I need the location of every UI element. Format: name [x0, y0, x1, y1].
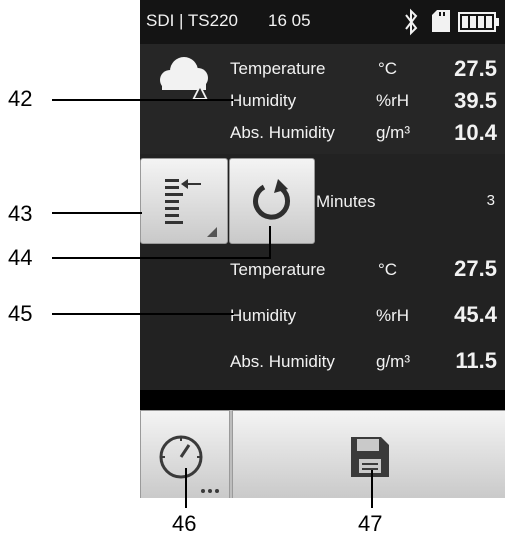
list-arrow-icon — [165, 179, 217, 237]
reading-unit: °C — [378, 260, 398, 279]
callout-line — [52, 257, 271, 259]
callout-45: 45 — [8, 301, 33, 326]
callout-46: 46 — [172, 511, 197, 536]
refresh-button[interactable] — [229, 158, 315, 244]
refresh-icon — [253, 179, 291, 220]
status-bar: SDI | TS220 16 05 — [140, 0, 505, 44]
callout-line — [52, 212, 142, 214]
reading-unit: g/m³ — [376, 352, 410, 371]
reading-unit: °C — [378, 59, 398, 78]
bluetooth-icon — [405, 8, 418, 36]
minutes-label: Minutes — [316, 192, 376, 211]
minutes-value: 3 — [486, 192, 495, 209]
callout-42: 42 — [8, 86, 33, 111]
reading-value: 27.5 — [454, 256, 497, 281]
reading-value: 27.5 — [454, 56, 497, 81]
reading-value: 45.4 — [454, 302, 497, 327]
separator — [140, 390, 505, 410]
callout-line — [371, 470, 373, 508]
reading-unit: %rH — [376, 306, 410, 325]
device-screen: SDI | TS220 16 05 Temperature °C 27.5 Hu… — [140, 0, 505, 498]
callout-line — [52, 99, 234, 101]
reading-value: 10.4 — [454, 120, 497, 145]
callout-47: 47 — [358, 511, 383, 536]
reading-unit: g/m³ — [376, 123, 410, 142]
reading-value: 39.5 — [454, 88, 497, 113]
reading-label: Temperature — [230, 260, 326, 279]
battery-icon — [458, 12, 499, 32]
callout-line — [269, 226, 271, 259]
clock-time: 16 05 — [268, 11, 311, 30]
reading-label: Temperature — [230, 59, 326, 78]
interval-readings-panel: Minutes 3 Temperature °C 27.5 Humidity %… — [140, 154, 505, 390]
reading-label: Abs. Humidity — [230, 352, 335, 371]
floppy-disk-icon — [351, 437, 389, 477]
device-name: SDI | TS220 — [146, 11, 238, 30]
reading-value: 11.5 — [455, 348, 497, 373]
list-button[interactable] — [140, 158, 228, 244]
cloud-rain-icon — [160, 57, 208, 100]
reading-unit: %rH — [376, 91, 410, 110]
bottom-toolbar — [140, 410, 505, 498]
callout-line — [185, 468, 187, 508]
save-button[interactable] — [232, 410, 505, 498]
reading-label: Humidity — [230, 91, 297, 110]
callout-44: 44 — [8, 245, 33, 270]
reading-label: Humidity — [230, 306, 297, 325]
reading-label: Abs. Humidity — [230, 123, 335, 142]
callout-43: 43 — [8, 201, 33, 226]
sd-card-icon — [432, 10, 450, 32]
callout-line — [52, 313, 234, 315]
